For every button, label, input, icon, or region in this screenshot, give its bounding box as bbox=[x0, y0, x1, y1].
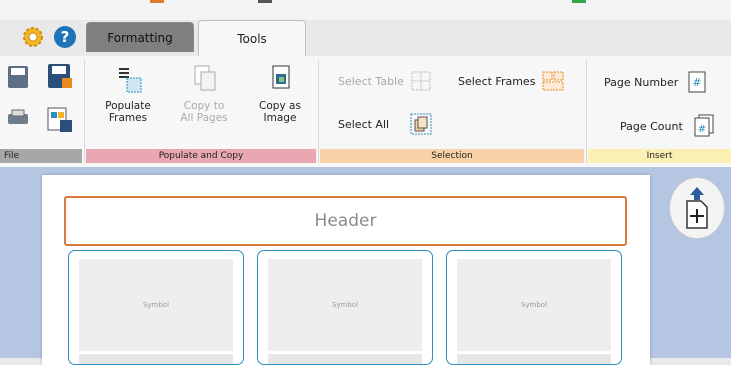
symbol-placeholder: Symbol bbox=[268, 259, 422, 351]
print-icon[interactable] bbox=[8, 108, 30, 130]
symbol-placeholder: Symbol bbox=[457, 259, 611, 351]
save-icon[interactable] bbox=[8, 64, 30, 90]
page-number-label: Page Number bbox=[604, 75, 679, 89]
tab-formatting-label: Formatting bbox=[107, 30, 173, 45]
select-table-button[interactable]: Select Table bbox=[338, 70, 432, 92]
copy-as-image-icon bbox=[272, 65, 290, 89]
tab-tools-label: Tools bbox=[237, 31, 267, 46]
select-frames-button[interactable]: Select Frames bbox=[458, 70, 565, 92]
symbol-label: Symbol bbox=[331, 301, 359, 309]
frame-caption-area bbox=[268, 354, 422, 364]
select-all-label: Select All bbox=[338, 117, 390, 131]
symbol-label: Symbol bbox=[520, 301, 548, 309]
copy-to-all-pages-icon bbox=[194, 65, 216, 91]
select-frames-icon bbox=[542, 71, 564, 91]
populate-frames-label: Populate Frames bbox=[105, 100, 151, 124]
add-page-icon bbox=[686, 187, 708, 229]
copy-as-image-label: Copy as Image bbox=[259, 100, 301, 124]
copy-to-all-pages-button[interactable]: Copy to All Pages bbox=[176, 64, 232, 124]
top-strip bbox=[0, 0, 731, 20]
populate-frames-button[interactable]: Populate Frames bbox=[100, 64, 156, 124]
symbol-frame[interactable]: Symbol bbox=[68, 250, 244, 365]
populate-group-label: Populate and Copy bbox=[86, 149, 316, 163]
frame-caption-area bbox=[457, 354, 611, 364]
page-count-icon: # bbox=[694, 114, 714, 137]
file-group-label: File bbox=[0, 149, 82, 163]
select-frames-label: Select Frames bbox=[458, 74, 536, 88]
selection-group-text: Selection bbox=[431, 151, 473, 161]
frame-caption-area bbox=[79, 354, 233, 364]
help-icon[interactable]: ? bbox=[53, 25, 77, 49]
save-as-icon[interactable] bbox=[46, 62, 74, 90]
symbol-frame[interactable]: Symbol bbox=[446, 250, 622, 365]
settings-gear-icon[interactable] bbox=[22, 26, 44, 48]
select-table-icon bbox=[411, 71, 431, 91]
select-all-button[interactable]: Select All bbox=[338, 112, 433, 136]
copy-as-image-button[interactable]: Copy as Image bbox=[252, 64, 308, 124]
page-number-icon: # bbox=[688, 71, 706, 93]
symbol-placeholder: Symbol bbox=[79, 259, 233, 351]
export-icon[interactable] bbox=[46, 106, 74, 134]
symbol-frame[interactable]: Symbol bbox=[257, 250, 433, 365]
populate-group-text: Populate and Copy bbox=[158, 151, 244, 161]
symbol-label: Symbol bbox=[142, 301, 170, 309]
tab-tools[interactable]: Tools bbox=[198, 20, 306, 56]
svg-text:#: # bbox=[693, 76, 702, 89]
selection-group-label: Selection bbox=[320, 149, 584, 163]
page-count-label: Page Count bbox=[620, 119, 683, 133]
file-group-text: File bbox=[4, 151, 20, 161]
page-count-button[interactable]: Page Count # bbox=[620, 113, 715, 139]
copy-to-all-pages-label: Copy to All Pages bbox=[180, 100, 228, 124]
svg-text:?: ? bbox=[61, 28, 70, 46]
page-number-button[interactable]: Page Number # bbox=[604, 70, 708, 94]
svg-text:#: # bbox=[698, 124, 706, 135]
select-table-label: Select Table bbox=[338, 74, 404, 88]
insert-group-text: Insert bbox=[646, 151, 673, 161]
insert-group-label: Insert bbox=[588, 149, 731, 163]
header-frame[interactable]: Header bbox=[64, 196, 627, 246]
populate-frames-icon bbox=[119, 68, 142, 93]
add-page-button[interactable] bbox=[669, 177, 725, 239]
tab-formatting[interactable]: Formatting bbox=[86, 22, 194, 52]
header-text: Header bbox=[314, 211, 377, 231]
select-all-icon bbox=[410, 113, 432, 135]
